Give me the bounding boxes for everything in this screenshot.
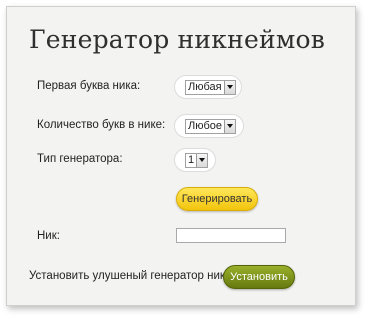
page-title: Генератор никнеймов [29,25,325,54]
install-label: Установить улушеный генератор ников: [29,270,241,282]
first-letter-value: Любая [188,81,222,93]
chevron-down-icon [224,119,236,133]
chevron-down-icon [196,153,208,167]
first-letter-label: Первая буква ника: [37,80,141,92]
nick-label: Ник: [37,230,60,242]
first-letter-pill: Любая [174,75,242,99]
generator-type-pill: 1 [174,148,216,172]
letter-count-value: Любое [188,120,223,132]
generator-panel: Генератор никнеймов Первая буква ника: Л… [6,6,356,306]
generator-type-label: Тип генератора: [37,153,123,165]
letter-count-select[interactable]: Любое [185,118,237,134]
letter-count-pill: Любое [174,114,244,138]
generator-type-value: 1 [188,154,195,166]
generator-type-select[interactable]: 1 [185,152,209,168]
nick-field[interactable] [176,228,286,243]
first-letter-select[interactable]: Любая [185,79,236,95]
install-button[interactable]: Установить [223,265,295,289]
letter-count-label: Количество букв в нике: [37,119,166,131]
generate-button[interactable]: Генерировать [176,187,258,211]
chevron-down-icon [223,80,235,94]
